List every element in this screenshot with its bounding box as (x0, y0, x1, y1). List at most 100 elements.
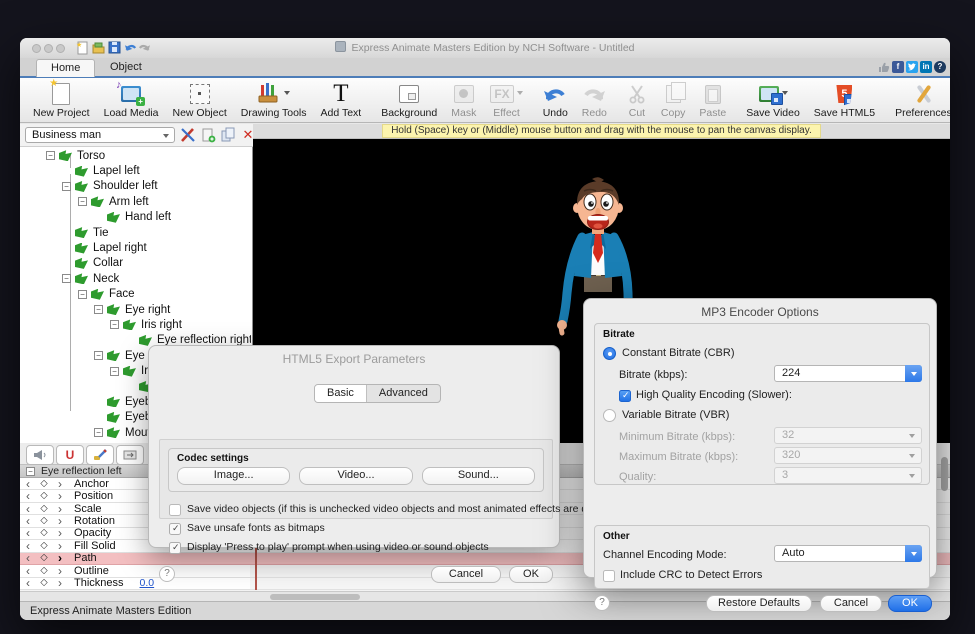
ok-button[interactable]: OK (888, 595, 932, 612)
tree-expander-minus[interactable]: − (62, 274, 71, 283)
add-keyframe-button[interactable]: ◇ (36, 577, 52, 589)
prev-keyframe-button[interactable]: ‹ (20, 503, 36, 515)
sound-codec-button[interactable]: Sound... (422, 467, 535, 485)
tree-item[interactable]: −Eye right (20, 302, 251, 317)
restore-defaults-button[interactable]: Restore Defaults (706, 595, 812, 612)
like-icon[interactable] (878, 61, 890, 73)
next-keyframe-button[interactable]: › (52, 565, 68, 577)
edit-tools-button[interactable] (180, 127, 196, 143)
drawing-tools-button[interactable]: Drawing Tools (234, 80, 314, 122)
next-keyframe-button[interactable]: › (52, 515, 68, 527)
add-keyframe-button[interactable]: ◇ (36, 490, 52, 502)
save-video-objects-checkbox[interactable] (169, 504, 181, 516)
add-keyframe-button[interactable]: ◇ (36, 565, 52, 577)
next-keyframe-button[interactable]: › (52, 552, 68, 564)
prev-keyframe-button[interactable]: ‹ (20, 515, 36, 527)
timeline-row[interactable]: ‹◇›Thickness0.0 (20, 578, 250, 590)
cbr-radio[interactable] (603, 347, 616, 360)
next-keyframe-button[interactable]: › (52, 503, 68, 515)
tab-advanced[interactable]: Advanced (366, 385, 440, 402)
next-keyframe-button[interactable]: › (52, 527, 68, 539)
add-keyframe-button[interactable]: ◇ (36, 515, 52, 527)
high-quality-checkbox[interactable] (619, 390, 631, 402)
help-icon[interactable]: ? (934, 61, 946, 73)
save-video-button[interactable]: Save Video (739, 80, 807, 122)
new-object-button[interactable]: New Object (165, 80, 233, 122)
next-keyframe-button[interactable]: › (52, 577, 68, 589)
next-keyframe-button[interactable]: › (52, 478, 68, 490)
video-codec-button[interactable]: Video... (299, 467, 412, 485)
vbr-radio[interactable] (603, 409, 616, 422)
unsafe-fonts-checkbox[interactable] (169, 523, 181, 535)
channel-mode-select[interactable]: Auto (774, 545, 922, 562)
preferences-button[interactable]: Preferences (888, 80, 950, 122)
snap-magnet-button[interactable]: U (56, 445, 84, 465)
prev-keyframe-button[interactable]: ‹ (20, 577, 36, 589)
tree-item[interactable]: Lapel left (20, 163, 251, 178)
tree-item[interactable]: Collar (20, 256, 251, 271)
tree-item[interactable]: −Neck (20, 271, 251, 286)
prev-keyframe-button[interactable]: ‹ (20, 540, 36, 552)
tree-item[interactable]: −Arm left (20, 194, 251, 209)
prev-keyframe-button[interactable]: ‹ (20, 490, 36, 502)
twitter-icon[interactable] (906, 61, 918, 73)
crc-checkbox[interactable] (603, 570, 615, 582)
tree-expander-minus[interactable]: − (78, 197, 87, 206)
load-media-button[interactable]: ♪+ Load Media (97, 80, 166, 122)
new-project-button[interactable]: ★ New Project (26, 80, 97, 122)
tree-item[interactable]: Tie (20, 225, 251, 240)
tree-expander-minus[interactable]: − (62, 182, 71, 191)
help-button[interactable]: ? (159, 566, 175, 582)
prev-keyframe-button[interactable]: ‹ (20, 527, 36, 539)
scrollbar-thumb[interactable] (270, 594, 360, 600)
facebook-icon[interactable]: f (892, 61, 904, 73)
next-keyframe-button[interactable]: › (52, 540, 68, 552)
prev-keyframe-button[interactable]: ‹ (20, 565, 36, 577)
copy-object-button[interactable] (220, 127, 236, 143)
tree-item[interactable]: −Face (20, 287, 251, 302)
cancel-button[interactable]: Cancel (820, 595, 882, 612)
duplicate-object-button[interactable] (200, 127, 216, 143)
tab-object[interactable]: Object (96, 59, 156, 76)
prev-keyframe-button[interactable]: ‹ (20, 552, 36, 564)
bitrate-select[interactable]: 224 (774, 365, 922, 382)
image-codec-button[interactable]: Image... (177, 467, 290, 485)
ok-button[interactable]: OK (509, 566, 553, 583)
timeline-row[interactable]: ‹◇›Outline (20, 565, 250, 577)
add-keyframe-button[interactable]: ◇ (36, 540, 52, 552)
tree-item[interactable]: −Torso (20, 148, 251, 163)
tool-button-4[interactable] (116, 445, 144, 465)
tree-item[interactable]: −Shoulder left (20, 179, 251, 194)
add-keyframe-button[interactable]: ◇ (36, 478, 52, 490)
tree-expander-minus[interactable]: − (94, 351, 103, 360)
press-to-play-checkbox[interactable] (169, 542, 181, 554)
next-keyframe-button[interactable]: › (52, 490, 68, 502)
tree-item[interactable]: −Iris right (20, 317, 251, 332)
brush-button[interactable] (86, 445, 114, 465)
cancel-button[interactable]: Cancel (431, 566, 501, 583)
tree-expander-minus[interactable]: − (46, 151, 55, 160)
linkedin-icon[interactable]: in (920, 61, 932, 73)
timeline-row[interactable]: ‹◇›Path (20, 553, 250, 565)
audio-button[interactable] (26, 445, 54, 465)
add-keyframe-button[interactable]: ◇ (36, 503, 52, 515)
vertical-scrollbar[interactable] (941, 457, 948, 491)
help-button[interactable]: ? (594, 595, 610, 611)
tree-expander-minus[interactable]: − (94, 305, 103, 314)
titlebar[interactable]: ★ Express Animate Masters Edition by NCH… (20, 38, 950, 59)
property-value-link[interactable]: 0.0 (140, 577, 155, 589)
tree-item[interactable]: Lapel right (20, 240, 251, 255)
undo-button[interactable]: Undo (536, 80, 575, 122)
tree-expander-minus[interactable]: − (94, 428, 103, 437)
add-keyframe-button[interactable]: ◇ (36, 552, 52, 564)
tab-basic[interactable]: Basic (315, 385, 366, 402)
tree-expander-minus[interactable]: − (110, 367, 119, 376)
add-keyframe-button[interactable]: ◇ (36, 527, 52, 539)
save-html5-button[interactable]: 5 Save HTML5 (807, 80, 882, 122)
background-button[interactable]: Background (374, 80, 444, 122)
tree-item[interactable]: Hand left (20, 210, 251, 225)
tree-expander-minus[interactable]: − (110, 320, 119, 329)
prev-keyframe-button[interactable]: ‹ (20, 478, 36, 490)
tab-home[interactable]: Home (36, 59, 95, 77)
collapse-icon[interactable]: − (26, 467, 35, 476)
